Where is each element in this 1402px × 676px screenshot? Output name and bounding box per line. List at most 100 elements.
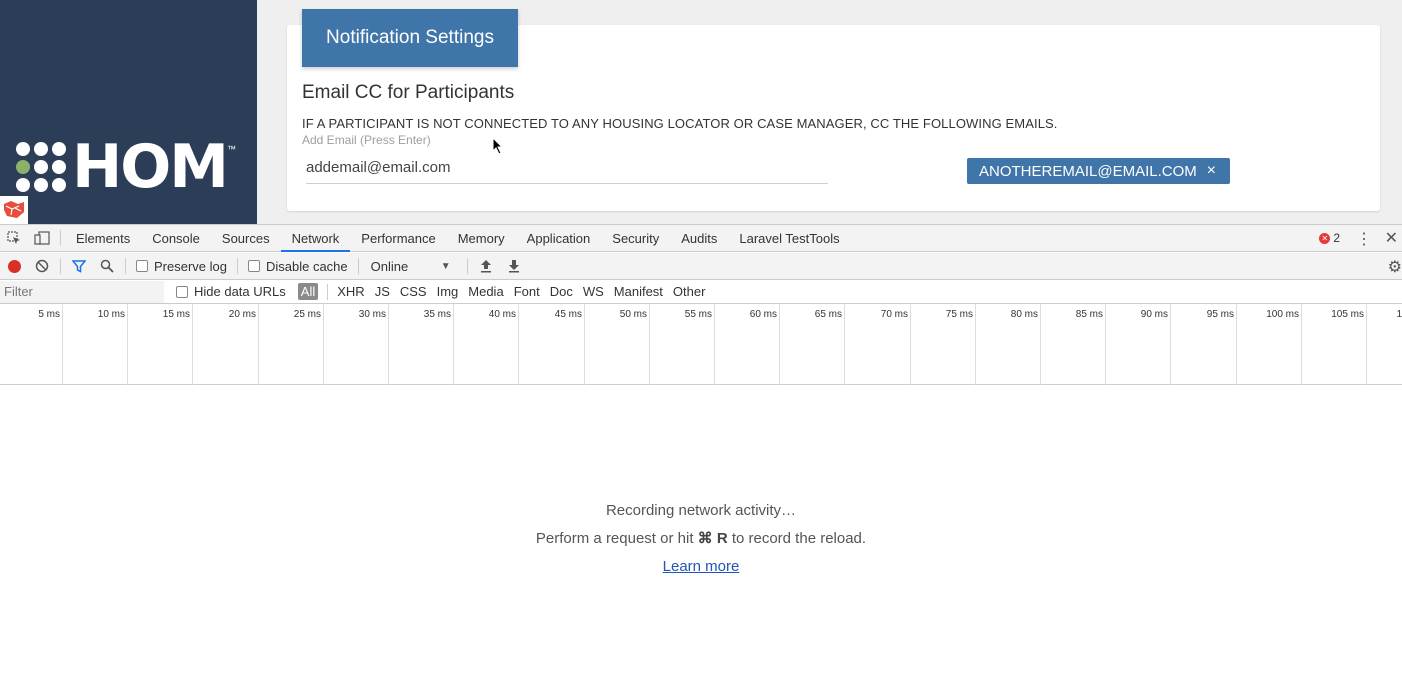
search-button[interactable] bbox=[93, 253, 121, 280]
timeline-gridline bbox=[127, 304, 128, 385]
tab-elements[interactable]: Elements bbox=[65, 225, 141, 252]
timeline-gridline bbox=[649, 304, 650, 385]
logo-text: HOM bbox=[72, 132, 229, 202]
throttling-select[interactable]: Online ▼ bbox=[371, 259, 451, 274]
section-description: IF A PARTICIPANT IS NOT CONNECTED TO ANY… bbox=[302, 116, 1058, 131]
timeline-tick-label: 30 ms bbox=[358, 309, 386, 320]
timeline-tick-label: 45 ms bbox=[554, 309, 582, 320]
more-options-icon[interactable]: ⋮ bbox=[1356, 229, 1372, 249]
toolbar-divider bbox=[60, 230, 61, 246]
filter-type-font[interactable]: Font bbox=[514, 284, 540, 299]
tab-audits[interactable]: Audits bbox=[670, 225, 728, 252]
clear-button[interactable] bbox=[28, 253, 56, 280]
hide-data-urls-label: Hide data URLs bbox=[194, 284, 286, 299]
filter-type-xhr[interactable]: XHR bbox=[337, 284, 364, 299]
timeline-tick-label: 10 ms bbox=[97, 309, 125, 320]
timeline-tick-label: 90 ms bbox=[1140, 309, 1168, 320]
search-icon bbox=[100, 259, 114, 273]
filter-type-img[interactable]: Img bbox=[437, 284, 459, 299]
network-timeline-overview[interactable]: 5 ms 10 ms 15 ms 20 ms 25 ms 30 ms 35 ms 40 ms 4… bbox=[0, 304, 1402, 385]
timeline-tick-label: 25 ms bbox=[293, 309, 321, 320]
tab-security[interactable]: Security bbox=[601, 225, 670, 252]
checkbox-box[interactable] bbox=[247, 260, 260, 272]
error-count-badge[interactable]: ✕ 2 bbox=[1319, 231, 1340, 245]
checkbox-box[interactable] bbox=[176, 285, 188, 298]
preserve-log-checkbox[interactable]: Preserve log bbox=[136, 259, 227, 274]
record-button[interactable] bbox=[0, 253, 28, 280]
recording-message: Recording network activity… bbox=[605, 502, 797, 519]
hom-logo[interactable]: HOM ™ bbox=[16, 132, 236, 202]
timeline-tick-label: 95 ms bbox=[1206, 309, 1234, 320]
laravel-icon[interactable] bbox=[0, 196, 28, 224]
timeline-gridline bbox=[1366, 304, 1367, 385]
close-devtools-icon[interactable]: ✕ bbox=[1385, 228, 1398, 248]
tab-console[interactable]: Console bbox=[141, 225, 211, 252]
timeline-gridline bbox=[1301, 304, 1302, 385]
timeline-gridline bbox=[1236, 304, 1237, 385]
network-toolbar: Preserve log Disable cache Online ▼ ⚙ bbox=[0, 253, 1402, 280]
filter-type-other[interactable]: Other bbox=[673, 284, 706, 299]
hide-data-urls-checkbox[interactable]: Hide data URLs bbox=[176, 284, 286, 299]
add-email-input[interactable] bbox=[306, 152, 828, 184]
tab-performance[interactable]: Performance bbox=[350, 225, 446, 252]
throttling-value: Online bbox=[370, 258, 409, 274]
empty-state: Recording network activity… Perform a re… bbox=[0, 497, 1402, 581]
filter-toggle-button[interactable] bbox=[65, 253, 93, 280]
devtools-panel: Elements Console Sources Network Perform… bbox=[0, 224, 1402, 676]
timeline-tick-label: 15 ms bbox=[162, 309, 190, 320]
toolbar-divider bbox=[327, 283, 329, 300]
inspect-element-icon[interactable] bbox=[0, 225, 28, 252]
timeline-gridline bbox=[192, 304, 193, 385]
tab-laravel-testtools[interactable]: Laravel TestTools bbox=[728, 225, 850, 252]
import-har-button[interactable] bbox=[472, 253, 500, 280]
timeline-tick-label: 60 ms bbox=[749, 309, 777, 320]
toolbar-divider bbox=[357, 258, 359, 274]
tab-sources[interactable]: Sources bbox=[211, 225, 281, 252]
timeline-tick-label: 1 bbox=[1396, 309, 1402, 320]
filter-type-css[interactable]: CSS bbox=[400, 284, 427, 299]
toolbar-divider bbox=[236, 258, 238, 274]
checkbox-box[interactable] bbox=[136, 260, 148, 272]
gear-icon[interactable]: ⚙ bbox=[1388, 257, 1402, 277]
filter-type-js[interactable]: JS bbox=[375, 284, 390, 299]
filter-icon bbox=[72, 260, 86, 273]
filter-input[interactable] bbox=[0, 280, 164, 303]
timeline-tick-label: 35 ms bbox=[423, 309, 451, 320]
learn-more-link[interactable]: Learn more bbox=[663, 558, 740, 575]
timeline-tick-label: 50 ms bbox=[619, 309, 647, 320]
tab-network[interactable]: Network bbox=[280, 225, 351, 252]
toolbar-divider bbox=[60, 258, 61, 274]
export-har-button[interactable] bbox=[500, 253, 528, 280]
device-toolbar-icon[interactable] bbox=[28, 225, 56, 252]
timeline-gridline bbox=[518, 304, 519, 385]
timeline-tick-label: 65 ms bbox=[814, 309, 842, 320]
timeline-gridline bbox=[975, 304, 976, 385]
timeline-tick-label: 85 ms bbox=[1075, 309, 1103, 320]
email-chip[interactable]: ANOTHEREMAIL@EMAIL.COM × bbox=[967, 158, 1230, 184]
filter-type-doc[interactable]: Doc bbox=[550, 284, 573, 299]
logo-dots-icon bbox=[16, 142, 66, 192]
timeline-gridline bbox=[844, 304, 845, 385]
filter-type-all[interactable]: All bbox=[297, 283, 319, 300]
tab-application[interactable]: Application bbox=[516, 225, 602, 252]
timeline-tick-label: 105 ms bbox=[1331, 309, 1364, 320]
timeline-gridline bbox=[910, 304, 911, 385]
download-icon bbox=[508, 260, 519, 273]
timeline-gridline bbox=[1040, 304, 1041, 385]
devtools-tabbar: Elements Console Sources Network Perform… bbox=[0, 225, 1402, 252]
logo-trademark: ™ bbox=[226, 144, 236, 154]
reload-shortcut: ⌘ R bbox=[697, 530, 728, 547]
timeline-gridline bbox=[62, 304, 63, 385]
timeline-gridline bbox=[388, 304, 389, 385]
filter-type-manifest[interactable]: Manifest bbox=[614, 284, 663, 299]
timeline-gridline bbox=[584, 304, 585, 385]
filter-type-ws[interactable]: WS bbox=[583, 284, 604, 299]
section-title: Email CC for Participants bbox=[302, 82, 515, 103]
filter-type-media[interactable]: Media bbox=[468, 284, 503, 299]
timeline-gridline bbox=[323, 304, 324, 385]
tab-memory[interactable]: Memory bbox=[447, 225, 516, 252]
card-tab-title: Notification Settings bbox=[302, 9, 518, 67]
disable-cache-checkbox[interactable]: Disable cache bbox=[247, 259, 348, 274]
chip-close-icon[interactable]: × bbox=[1207, 162, 1216, 180]
record-icon bbox=[7, 259, 21, 273]
